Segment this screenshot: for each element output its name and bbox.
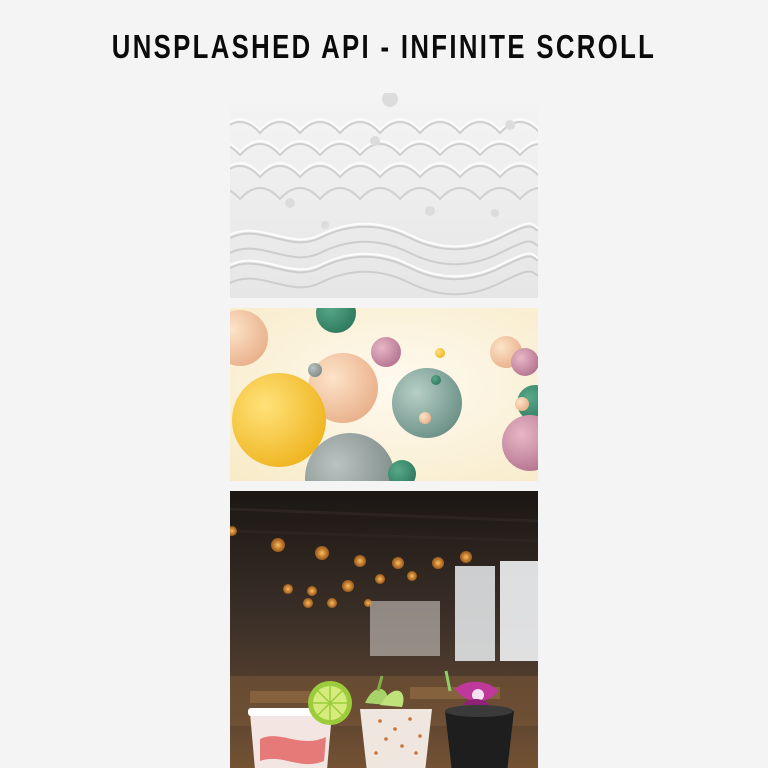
photo-card[interactable] [230,491,538,768]
photo-cocktails-bar[interactable] [230,491,538,768]
page-title: Unsplashed API - Infinite Scroll [111,28,657,65]
photo-white-paper-waves[interactable] [230,93,538,298]
photo-card[interactable] [230,308,538,481]
infinite-scroll-feed[interactable] [230,93,538,768]
photo-card[interactable] [230,93,538,298]
photo-pastel-spheres[interactable] [230,308,538,481]
